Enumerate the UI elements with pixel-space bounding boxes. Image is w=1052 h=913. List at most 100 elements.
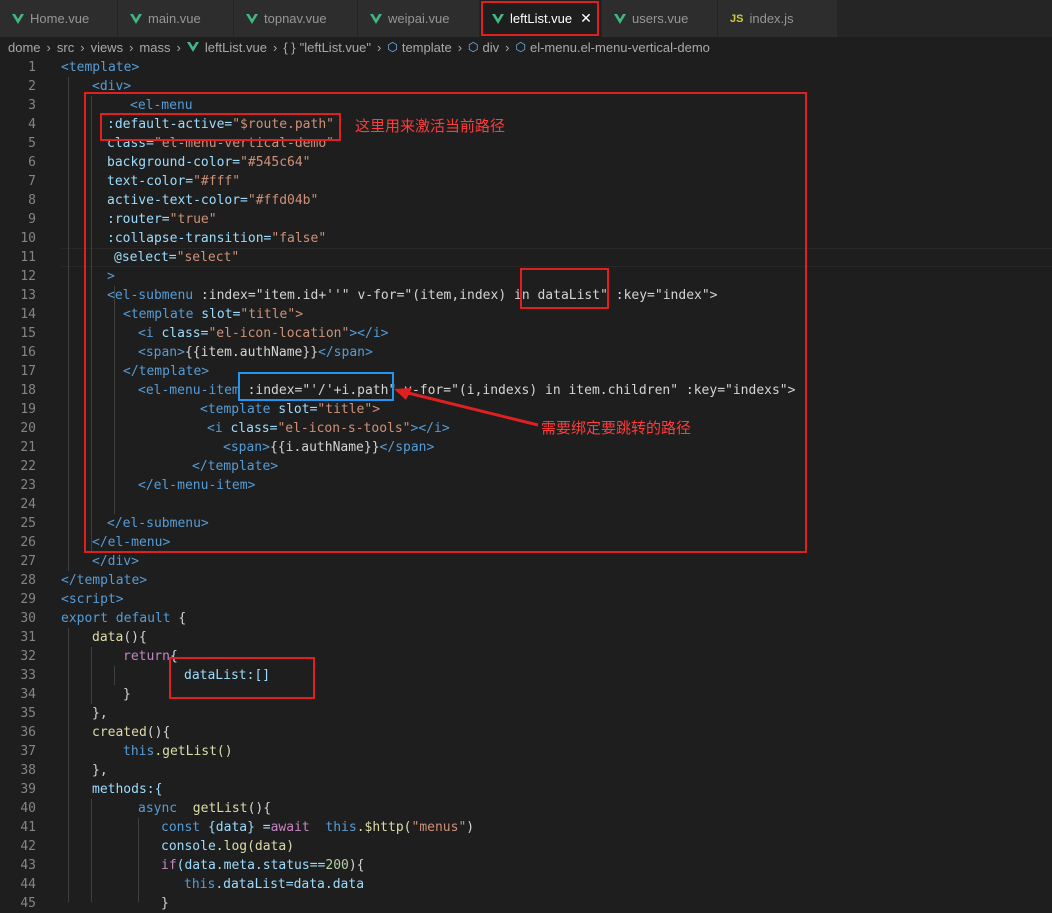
chevron-right-icon: › (46, 39, 51, 55)
code-line: 37 this.getList() (0, 742, 1052, 761)
code-line: 36 created(){ (0, 723, 1052, 742)
code-token: { (170, 611, 187, 626)
code-token: created (92, 725, 147, 740)
code-line: 30 export default { (0, 609, 1052, 628)
code-token: }, (92, 763, 108, 778)
code-token: (){ (123, 630, 147, 645)
code-line: 38}, (0, 761, 1052, 780)
line-number: 3 (28, 98, 36, 113)
chevron-right-icon: › (457, 39, 463, 55)
code-line: 41 const {data} =await this.$http("menus"… (0, 818, 1052, 837)
line-number: 5 (28, 136, 36, 151)
breadcrumb-item[interactable]: div (483, 40, 500, 55)
line-number: 13 (20, 288, 36, 303)
breadcrumb-item[interactable]: mass (139, 40, 170, 55)
tab-index-js[interactable]: JS index.js (718, 0, 838, 37)
code-token: {data} = (200, 820, 271, 835)
breadcrumb-item[interactable]: "leftList.vue" (300, 40, 371, 55)
breadcrumb: dome › src › views › mass › leftList.vue › { … (0, 37, 1052, 57)
chevron-right-icon: › (80, 39, 85, 55)
tab-label: topnav.vue (264, 11, 327, 26)
breadcrumb-item[interactable]: template (402, 40, 452, 55)
chevron-right-icon: › (377, 39, 382, 55)
tab-main-vue[interactable]: main.vue (118, 0, 234, 37)
chevron-right-icon: › (272, 39, 278, 55)
js-file-icon: JS (730, 12, 744, 25)
code-token: .log(data) (215, 839, 295, 854)
code-line: 35}, (0, 704, 1052, 723)
line-number: 26 (20, 535, 36, 550)
breadcrumb-item[interactable]: dome (8, 40, 41, 55)
code-token: return (123, 649, 170, 664)
code-token: (data.meta.status== (176, 858, 326, 873)
code-token: }, (92, 706, 108, 721)
tab-home-vue[interactable]: Home.vue (0, 0, 118, 37)
code-line: 42 console.log(data) (0, 837, 1052, 856)
code-token: ){ (348, 858, 365, 873)
line-number: 21 (20, 440, 36, 455)
breadcrumb-item[interactable]: el-menu.el-menu-vertical-demo (530, 40, 710, 55)
chevron-right-icon: › (505, 39, 510, 55)
code-token: export default (61, 611, 171, 626)
code-token: "menus" (411, 820, 467, 835)
default-active-highlight-box (100, 113, 341, 141)
tab-label: weipai.vue (388, 11, 450, 26)
line-number: 33 (20, 668, 36, 683)
line-number: 10 (20, 231, 36, 246)
line-number: 8 (28, 193, 36, 208)
line-number: 2 (28, 79, 36, 94)
code-line: 29 <script> (0, 590, 1052, 609)
tab-weipai-vue[interactable]: weipai.vue (358, 0, 480, 37)
line-number: 23 (20, 478, 36, 493)
code-token: <template> (61, 60, 140, 75)
code-token: console (161, 839, 216, 854)
code-token: ) (466, 820, 475, 835)
vue-file-icon (186, 42, 199, 52)
vue-file-icon (370, 13, 382, 24)
line-number: 11 (20, 250, 36, 265)
tab-label: index.js (749, 11, 794, 26)
breadcrumb-item[interactable]: views (91, 40, 124, 55)
line-number: 17 (20, 364, 36, 379)
code-token: await (270, 820, 310, 835)
line-number: 1 (28, 60, 36, 75)
line-number: 32 (20, 649, 36, 664)
code-token: .getList() (154, 744, 233, 759)
code-line: 27 </div> (0, 552, 1052, 571)
line-number: 29 (20, 592, 36, 607)
code-token: <script> (61, 592, 124, 607)
code-token: .$http( (356, 820, 412, 835)
cube-icon: ⬡ (468, 40, 479, 54)
line-number: 14 (20, 307, 36, 322)
line-number: 37 (20, 744, 36, 759)
breadcrumb-item[interactable]: src (57, 40, 74, 55)
braces-icon: { } (283, 39, 296, 55)
cube-icon: ⬡ (387, 40, 398, 54)
line-number: 34 (20, 687, 36, 702)
code-token: </template> (61, 573, 148, 588)
line-number: 36 (20, 725, 36, 740)
datalist-highlight-box (520, 268, 609, 309)
code-line: 31 data(){ (0, 628, 1052, 647)
code-line: 32 return{ (0, 647, 1052, 666)
line-number: 38 (20, 763, 36, 778)
vue-file-icon (12, 13, 24, 24)
code-token: const (161, 820, 201, 835)
line-number: 39 (20, 782, 36, 797)
code-token: (){ (247, 801, 272, 816)
code-token: } (161, 896, 169, 911)
line-number: 25 (20, 516, 36, 531)
tab-users-vue[interactable]: users.vue (602, 0, 718, 37)
breadcrumb-item[interactable]: leftList.vue (205, 40, 267, 55)
code-token: this (123, 744, 155, 759)
code-line: 39 methods:{ (0, 780, 1052, 799)
vue-file-icon (130, 13, 142, 24)
line-number: 28 (20, 573, 36, 588)
active-tab-highlight-box (481, 1, 599, 36)
line-number: 30 (20, 611, 36, 626)
code-line: 45} (0, 894, 1052, 913)
code-token: async (138, 801, 178, 816)
arrow-icon (394, 388, 539, 427)
tab-topnav-vue[interactable]: topnav.vue (234, 0, 358, 37)
chevron-right-icon: › (129, 39, 134, 55)
